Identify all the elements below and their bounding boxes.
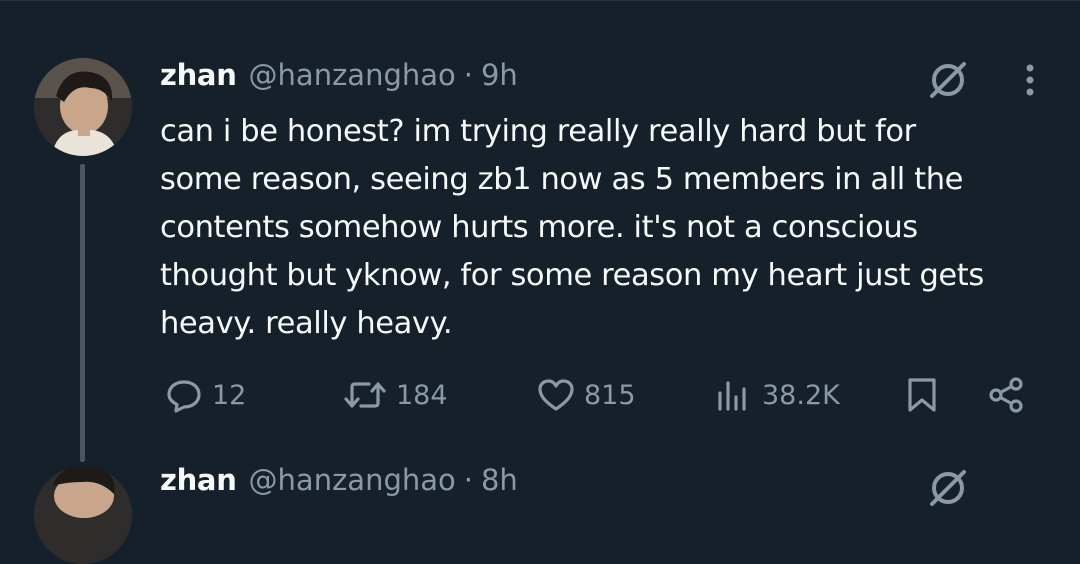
reply-button[interactable]: 12 <box>164 370 246 420</box>
bookmark-icon <box>908 378 936 412</box>
user-handle[interactable]: @hanzanghao <box>249 58 456 92</box>
reply-icon <box>167 380 201 413</box>
avatar-photo <box>34 58 132 156</box>
like-count: 815 <box>584 379 636 411</box>
tweet-text-line: can i be honest? im trying really really… <box>160 114 916 149</box>
thread-line <box>80 164 85 462</box>
tweet[interactable]: zhan @hanzanghao · 9h can i be honest? i… <box>0 0 1080 482</box>
grok-icon[interactable] <box>926 466 970 510</box>
grok-icon[interactable] <box>926 58 970 102</box>
tweet-text-line: heavy. really heavy. <box>160 306 453 341</box>
tweet-header: zhan @hanzanghao · 9h <box>160 55 518 95</box>
more-icon[interactable] <box>1012 58 1048 102</box>
like-button[interactable]: 815 <box>536 370 636 420</box>
views-button[interactable]: 38.2K <box>714 370 840 420</box>
tweet-text-line: some reason, seeing zb1 now as 5 members… <box>160 162 963 197</box>
display-name[interactable]: zhan <box>160 58 237 92</box>
next-tweet-header: zhan @hanzanghao · 8h <box>160 460 518 500</box>
reply-count: 12 <box>212 379 247 411</box>
display-name[interactable]: zhan <box>160 463 237 497</box>
avatar-photo <box>34 466 132 564</box>
view-count: 38.2K <box>762 379 840 411</box>
avatar[interactable] <box>34 58 132 156</box>
action-bar: 12 184 815 38.2K <box>160 370 1040 420</box>
tweet-text-line: contents somehow hurts more. it's not a … <box>160 210 918 245</box>
timestamp[interactable]: 9h <box>481 58 518 92</box>
share-icon <box>989 377 1023 413</box>
share-button[interactable] <box>986 370 1026 420</box>
next-tweet-avatar[interactable] <box>34 466 132 564</box>
timestamp[interactable]: 8h <box>481 463 518 497</box>
heart-icon <box>538 379 574 411</box>
separator: · <box>463 463 473 497</box>
repost-icon <box>344 382 386 408</box>
separator: · <box>463 58 473 92</box>
tweet-text: can i be honest? im trying really really… <box>160 108 1060 348</box>
repost-button[interactable]: 184 <box>342 370 448 420</box>
tweet-text-line: thought but yknow, for some reason my he… <box>160 258 984 293</box>
views-icon <box>718 381 746 411</box>
user-handle[interactable]: @hanzanghao <box>249 463 456 497</box>
bookmark-button[interactable] <box>902 370 942 420</box>
repost-count: 184 <box>396 379 448 411</box>
